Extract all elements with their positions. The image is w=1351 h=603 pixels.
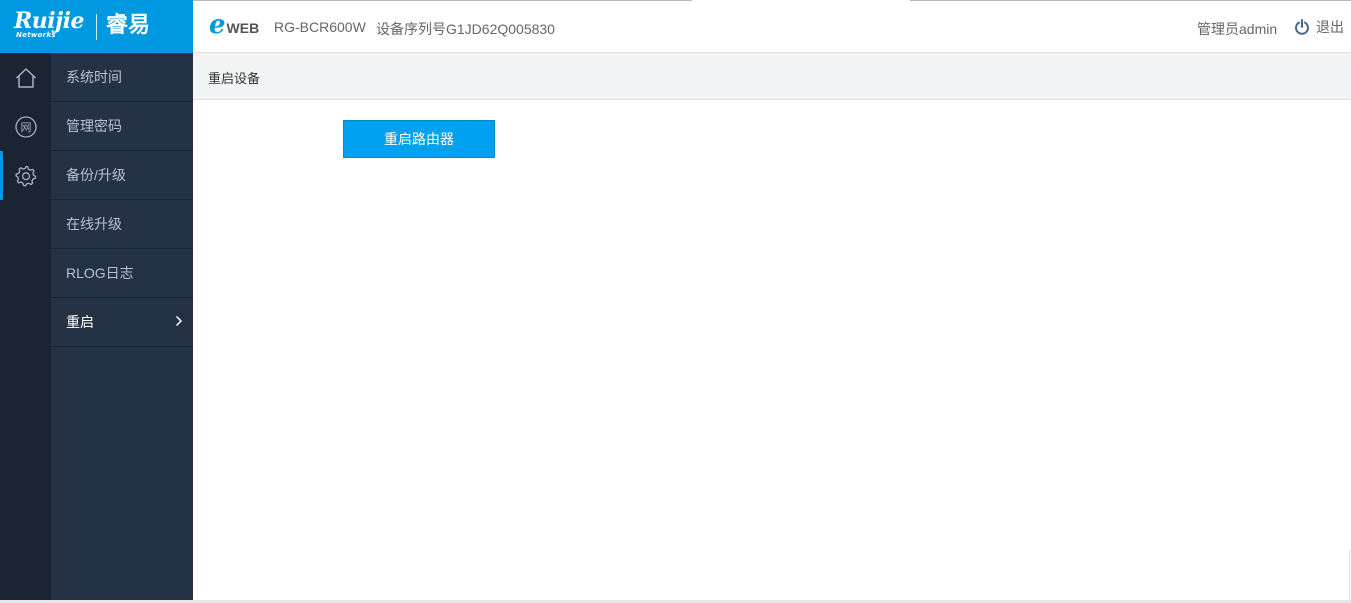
chevron-right-icon (175, 315, 183, 327)
page-title: 重启设备 (208, 71, 261, 86)
submenu-item-online-upgrade[interactable]: 在线升级 (51, 200, 193, 249)
reboot-router-button[interactable]: 重启路由器 (343, 120, 495, 158)
admin-user: 管理员admin (1197, 21, 1278, 37)
content-header: 重启设备 (193, 53, 1351, 100)
device-model: RG-BCR600W (274, 19, 366, 35)
submenu-item-label: 管理密码 (66, 118, 122, 134)
top-divider-left (193, 0, 692, 1)
logo-brand: Ruijie (14, 8, 84, 34)
main-content: 重启路由器 (193, 100, 1351, 600)
gear-icon (14, 165, 36, 186)
rail-item-home[interactable] (0, 53, 51, 102)
submenu-item-reboot[interactable]: 重启 (51, 298, 193, 347)
submenu-item-label: 备份/升级 (66, 167, 126, 183)
network-glyph: 网 (20, 121, 31, 134)
network-icon: 网 (14, 115, 37, 138)
logo-sub: Networks (16, 31, 56, 39)
eweb-e: e (209, 10, 226, 40)
top-divider-right (910, 0, 1351, 1)
submenu-item-label: 重启 (66, 314, 94, 330)
submenu-item-label: 系统时间 (66, 69, 122, 85)
logout-button[interactable]: 退出 (1294, 17, 1344, 37)
eweb-logo: e WEB (209, 12, 259, 42)
logo-chinese: 睿易 (106, 13, 151, 38)
submenu-item-admin-password[interactable]: 管理密码 (51, 102, 193, 151)
rail-item-network[interactable]: 网 (0, 102, 51, 151)
ruijie-logo: Ruijie Networks 睿易 (0, 0, 193, 53)
rail-item-settings[interactable] (0, 151, 51, 200)
eweb-text: WEB (226, 20, 260, 36)
settings-submenu: 系统时间 管理密码 备份/升级 在线升级 RLOG日志 重启 (51, 53, 193, 600)
submenu-item-rlog[interactable]: RLOG日志 (51, 249, 193, 298)
logo-divider (96, 14, 97, 40)
power-icon (1295, 19, 1309, 35)
submenu-item-backup-upgrade[interactable]: 备份/升级 (51, 151, 193, 200)
icon-rail: 网 (0, 53, 51, 603)
home-icon (15, 67, 36, 88)
device-serial: 设备序列号G1JD62Q005830 (376, 21, 555, 37)
submenu-item-label: 在线升级 (66, 216, 122, 232)
logout-label: 退出 (1316, 19, 1344, 35)
submenu-item-system-time[interactable]: 系统时间 (51, 53, 193, 102)
submenu-item-label: RLOG日志 (66, 265, 134, 281)
top-header: Ruijie Networks 睿易 e WEB RG-BCR600W 设备序列… (0, 0, 1351, 53)
right-edge (1349, 550, 1350, 600)
